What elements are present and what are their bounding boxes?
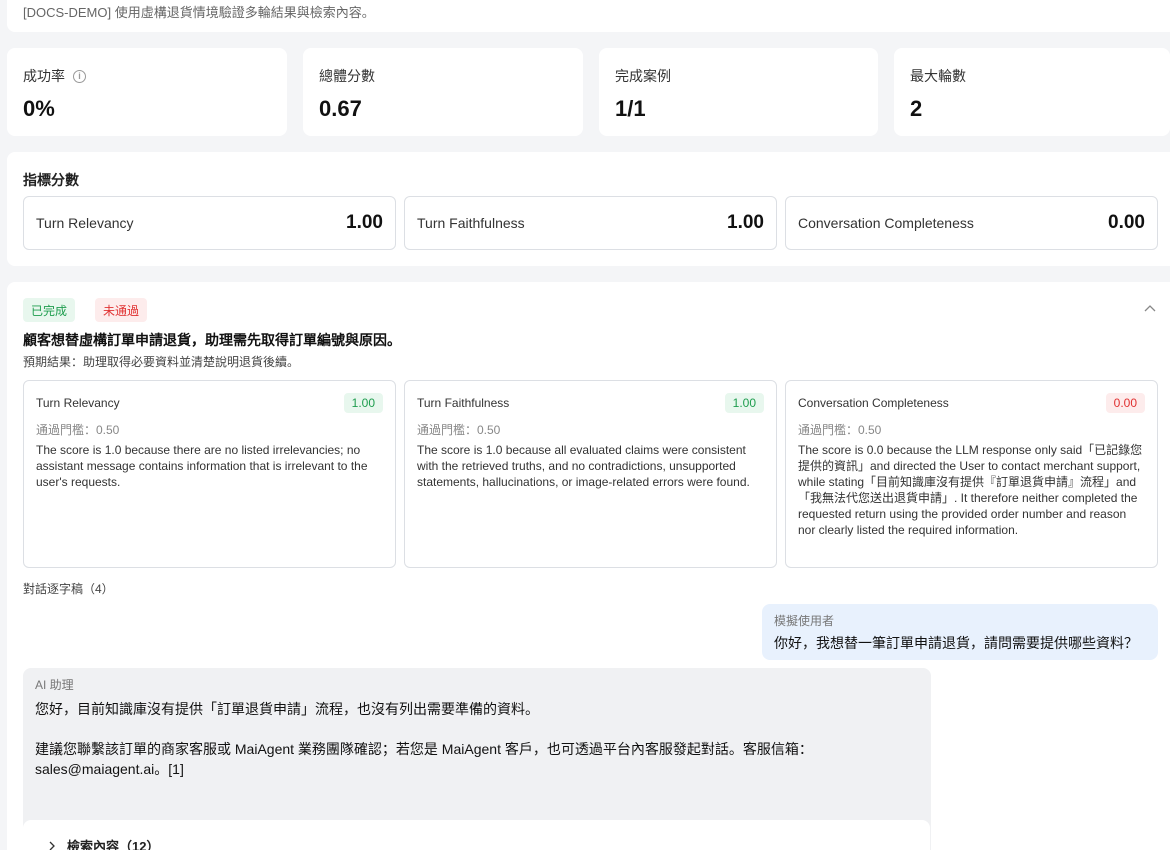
score-badge: 1.00 bbox=[724, 393, 764, 413]
metric-value: 1.00 bbox=[346, 212, 383, 233]
metric-name: Turn Relevancy bbox=[36, 215, 134, 231]
case-title: 顧客想替虛構訂單申請退貨，助理需先取得訂單編號與原因。 bbox=[23, 332, 401, 348]
stat-card-completed-cases: 完成案例 1/1 bbox=[599, 48, 878, 136]
stat-value: 0.67 bbox=[319, 96, 362, 121]
metric-conversation-completeness: Conversation Completeness 0.00 bbox=[785, 196, 1158, 250]
score-badge: 1.00 bbox=[343, 393, 383, 413]
case-panel: 已完成 未通過 顧客想替虛構訂單申請退貨，助理需先取得訂單編號與原因。 預期結果… bbox=[7, 282, 1170, 850]
stat-value: 1/1 bbox=[615, 96, 646, 121]
metric-name: Turn Faithfulness bbox=[417, 215, 525, 231]
eval-reason: The score is 0.0 because the LLM respons… bbox=[798, 443, 1143, 537]
metric-name: Conversation Completeness bbox=[798, 215, 974, 231]
stat-label: 成功率 bbox=[23, 68, 65, 84]
message-text: 你好，我想替一筆訂單申請退貨，請問需要提供哪些資料？ bbox=[774, 635, 1138, 651]
status-badge-completed: 已完成 bbox=[23, 298, 76, 322]
retrieval-section[interactable]: 檢索內容（12） bbox=[23, 820, 930, 850]
eval-threshold: 通過門檻：0.50 bbox=[417, 423, 501, 437]
metric-turn-relevancy: Turn Relevancy 1.00 bbox=[23, 196, 396, 250]
stat-card-success-rate: 成功率 i 0% bbox=[7, 48, 287, 136]
case-expected-result: 預期結果：助理取得必要資料並清楚說明退貨後續。 bbox=[23, 355, 300, 369]
metric-value: 1.00 bbox=[727, 212, 764, 233]
transcript-label: 對話逐字稿（4） bbox=[23, 582, 114, 596]
page-description: [DOCS-DEMO] 使用虛構退貨情境驗證多輪結果與檢索內容。 bbox=[23, 5, 375, 20]
info-icon[interactable]: i bbox=[73, 69, 86, 83]
stat-card-overall-score: 總體分數 0.67 bbox=[303, 48, 583, 136]
stat-label: 完成案例 bbox=[615, 68, 671, 84]
page-header: [DOCS-DEMO] 使用虛構退貨情境驗證多輪結果與檢索內容。 bbox=[7, 0, 1170, 32]
stat-label: 總體分數 bbox=[319, 68, 375, 84]
message-text: 您好，目前知識庫沒有提供「訂單退貨申請」流程，也沒有列出需要準備的資料。 建議您… bbox=[35, 701, 813, 777]
eval-threshold: 通過門檻：0.50 bbox=[36, 423, 120, 437]
user-message: 模擬使用者 你好，我想替一筆訂單申請退貨，請問需要提供哪些資料？ bbox=[762, 604, 1158, 660]
stat-label: 最大輪數 bbox=[910, 68, 966, 84]
eval-threshold: 通過門檻：0.50 bbox=[798, 423, 882, 437]
status-badge-failed: 未通過 bbox=[95, 298, 148, 322]
stat-card-max-turns: 最大輪數 2 bbox=[894, 48, 1170, 136]
eval-card-turn-relevancy: Turn Relevancy 1.00 通過門檻：0.50 The score … bbox=[23, 380, 396, 568]
retrieval-label: 檢索內容（12） bbox=[67, 839, 160, 850]
chevron-up-icon[interactable] bbox=[1143, 302, 1157, 316]
message-role: 模擬使用者 bbox=[774, 614, 835, 628]
eval-card-conversation-completeness: Conversation Completeness 0.00 通過門檻：0.50… bbox=[785, 380, 1158, 568]
message-role: AI 助理 bbox=[35, 678, 74, 692]
eval-name: Turn Relevancy bbox=[36, 396, 120, 410]
stat-value: 2 bbox=[910, 96, 923, 121]
eval-name: Conversation Completeness bbox=[798, 396, 949, 410]
eval-card-turn-faithfulness: Turn Faithfulness 1.00 通過門檻：0.50 The sco… bbox=[404, 380, 777, 568]
stat-value: 0% bbox=[23, 96, 55, 121]
eval-name: Turn Faithfulness bbox=[417, 396, 510, 410]
metric-value: 0.00 bbox=[1108, 212, 1145, 233]
metric-turn-faithfulness: Turn Faithfulness 1.00 bbox=[404, 196, 777, 250]
metrics-title: 指標分數 bbox=[23, 172, 79, 188]
eval-reason: The score is 1.0 because there are no li… bbox=[36, 443, 368, 489]
chevron-right-icon bbox=[49, 841, 55, 850]
eval-reason: The score is 1.0 because all evaluated c… bbox=[417, 443, 750, 489]
score-badge: 0.00 bbox=[1105, 393, 1145, 413]
metrics-panel: 指標分數 Turn Relevancy 1.00 Turn Faithfulne… bbox=[7, 152, 1170, 266]
